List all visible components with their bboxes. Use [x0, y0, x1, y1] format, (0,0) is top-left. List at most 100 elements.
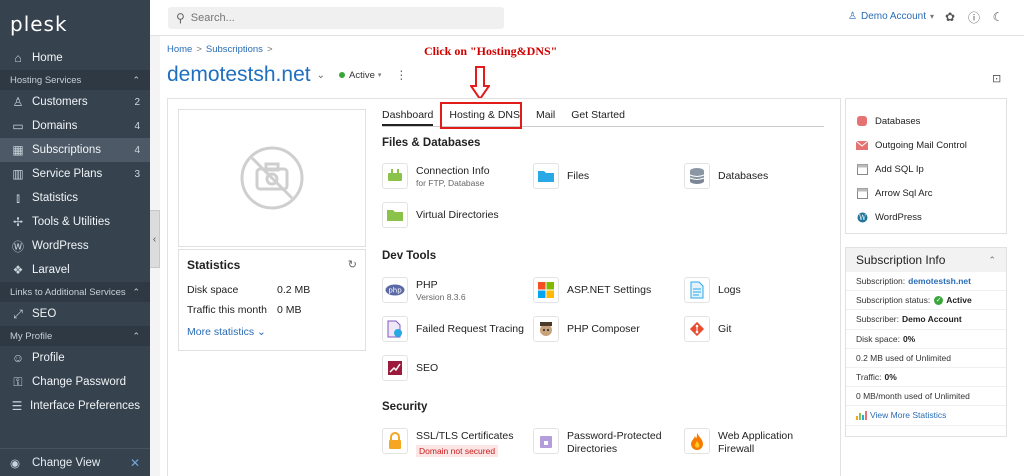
breadcrumb-home[interactable]: Home — [167, 44, 192, 55]
count-badge: 4 — [134, 144, 140, 156]
tool-password-protected-directories[interactable]: Password-Protected Directories — [533, 428, 683, 456]
chevron-down-icon[interactable]: ⌄ — [317, 70, 325, 81]
help-icon[interactable]: ⓘ — [966, 9, 982, 25]
search-icon: ⚲ — [176, 11, 185, 25]
chevron-up-icon: ⌃ — [132, 74, 140, 85]
quick-link-arrow-sql-arc[interactable]: Arrow Sql Arc — [856, 181, 996, 205]
user-icon: ♙ — [848, 11, 857, 22]
breadcrumb-subscriptions[interactable]: Subscriptions — [206, 44, 263, 55]
seo-icon: ⤢ — [13, 306, 23, 321]
quick-link-add-sql-ip[interactable]: Add SQL Ip — [856, 157, 996, 181]
more-statistics-link[interactable]: More statistics ⌄ — [187, 326, 357, 338]
section-files-databases: Files & Databases — [382, 137, 481, 149]
page-title[interactable]: demotestsh.net — [167, 63, 311, 87]
svg-text:php: php — [388, 287, 402, 295]
tool-virtual-directories[interactable]: Virtual Directories — [382, 202, 532, 228]
search-input[interactable] — [190, 12, 481, 24]
key-icon: ⚿ — [13, 374, 23, 389]
laravel-icon: ❖ — [12, 263, 24, 277]
quick-link-outgoing-mail-control[interactable]: Outgoing Mail Control — [856, 133, 996, 157]
tool-seo[interactable]: SEO — [382, 355, 532, 381]
tool-web-application-firewall[interactable]: Web Application Firewall — [684, 428, 834, 456]
user-icon: ♙ — [12, 95, 24, 109]
sidebar-item-statistics[interactable]: ⫾ Statistics — [0, 186, 150, 210]
status-dropdown[interactable]: Active ▾ — [338, 70, 381, 81]
tab-get-started[interactable]: Get Started — [571, 109, 625, 126]
screenshot-placeholder — [178, 109, 366, 247]
tab-mail[interactable]: Mail — [536, 109, 555, 126]
panel-toggle-icon[interactable]: ⊡ — [992, 72, 1001, 85]
count-badge: 2 — [134, 96, 140, 108]
tool-files[interactable]: Files — [533, 163, 683, 189]
profile-icon: ☺ — [11, 351, 25, 365]
tool-failed-request-tracing[interactable]: Failed Request Tracing — [382, 316, 532, 342]
bar-chart-icon: ⫾ — [16, 190, 20, 205]
document-icon — [684, 277, 710, 303]
tool-logs[interactable]: Logs — [684, 277, 834, 303]
tool-connection-info[interactable]: Connection Info for FTP, Database — [382, 163, 532, 189]
chevron-up-icon: ⌃ — [988, 254, 996, 265]
lock-icon — [382, 428, 408, 454]
theme-moon-icon[interactable]: ☾ — [990, 9, 1006, 25]
sidebar-item-tools[interactable]: ✢ Tools & Utilities — [0, 210, 150, 234]
account-menu[interactable]: ♙ Demo Account ▾ — [848, 11, 934, 22]
sidebar-item-domains[interactable]: ▭ Domains 4 — [0, 114, 150, 138]
info-subscription: Subscription: demotestsh.net — [846, 272, 1006, 292]
sidebar-item-laravel[interactable]: ❖ Laravel — [0, 258, 150, 282]
view-more-statistics-link[interactable]: View More Statistics — [846, 406, 1006, 426]
plesk-logo[interactable]: plesk — [0, 0, 150, 44]
sidebar-section-profile[interactable]: My Profile ⌃ — [0, 326, 150, 346]
quick-link-wordpress[interactable]: W WordPress — [856, 205, 996, 229]
wordpress-icon: Ⓦ — [11, 239, 24, 254]
sidebar-section-links[interactable]: Links to Additional Services ⌃ — [0, 282, 150, 302]
sidebar-item-interface-preferences[interactable]: ☰ Interface Preferences — [0, 394, 150, 418]
annotation-text: Click on "Hosting&DNS" — [424, 44, 558, 58]
database-icon — [856, 115, 868, 127]
monitor-icon: ▭ — [12, 119, 24, 133]
tool-git[interactable]: Git — [684, 316, 834, 342]
sidebar-item-wordpress[interactable]: Ⓦ WordPress — [0, 234, 150, 258]
tab-dashboard[interactable]: Dashboard — [382, 109, 434, 126]
subscription-info-title: Subscription Info — [856, 253, 946, 267]
seo-chart-icon — [382, 355, 408, 381]
search-box[interactable]: ⚲ — [168, 7, 504, 29]
change-view-button[interactable]: ◉ Change View ✕ — [0, 448, 150, 476]
home-icon: ⌂ — [14, 51, 22, 65]
tool-ssl-certificates[interactable]: SSL/TLS Certificates Domain not secured — [382, 428, 532, 457]
main-content: Home > Subscriptions > Click on "Hosting… — [160, 36, 1024, 476]
close-icon[interactable]: ✕ — [130, 456, 140, 470]
subscription-link[interactable]: demotestsh.net — [908, 276, 971, 286]
sidebar-item-service-plans[interactable]: ▥ Service Plans 3 — [0, 162, 150, 186]
window-icon — [856, 163, 868, 175]
sidebar-item-change-password[interactable]: ⚿ Change Password — [0, 370, 150, 394]
annotation-arrow-icon — [470, 66, 490, 100]
locked-folder-icon — [533, 428, 559, 454]
sidebar-item-subscriptions[interactable]: ▦ Subscriptions 4 — [0, 138, 150, 162]
git-icon — [684, 316, 710, 342]
refresh-icon[interactable]: ↻ — [348, 258, 357, 272]
sidebar-item-customers[interactable]: ♙ Customers 2 — [0, 90, 150, 114]
tool-databases[interactable]: Databases — [684, 163, 834, 189]
php-icon: php — [382, 277, 408, 303]
chevron-down-icon: ▾ — [930, 12, 935, 21]
trace-document-icon — [382, 316, 408, 342]
subscription-info-header[interactable]: Subscription Info ⌃ — [846, 248, 1006, 272]
sidebar-item-profile[interactable]: ☺ Profile — [0, 346, 150, 370]
chevron-up-icon: ⌃ — [132, 330, 140, 341]
no-image-camera-icon — [240, 146, 304, 210]
sidebar-section-hosting[interactable]: Hosting Services ⌃ — [0, 70, 150, 90]
count-badge: 4 — [134, 120, 140, 132]
book-icon: ▥ — [12, 167, 24, 181]
tool-aspnet-settings[interactable]: ASP.NET Settings — [533, 277, 683, 303]
info-traffic-used: 0 MB/month used of Unlimited — [846, 387, 1006, 407]
sidebar-collapse-handle[interactable]: ‹ — [150, 210, 160, 268]
extensions-icon[interactable]: ✿ — [942, 9, 958, 25]
sidebar-item-seo[interactable]: ⤢ SEO — [0, 302, 150, 326]
domain-not-secured-badge: Domain not secured — [416, 445, 499, 457]
tool-php[interactable]: php PHP Version 8.3.6 — [382, 277, 532, 303]
tool-php-composer[interactable]: PHP Composer — [533, 316, 683, 342]
section-security: Security — [382, 401, 428, 413]
quick-link-databases[interactable]: Databases — [856, 109, 996, 133]
sidebar-item-home[interactable]: ⌂ Home — [0, 46, 150, 70]
more-actions-icon[interactable]: ⋮ — [395, 68, 407, 82]
